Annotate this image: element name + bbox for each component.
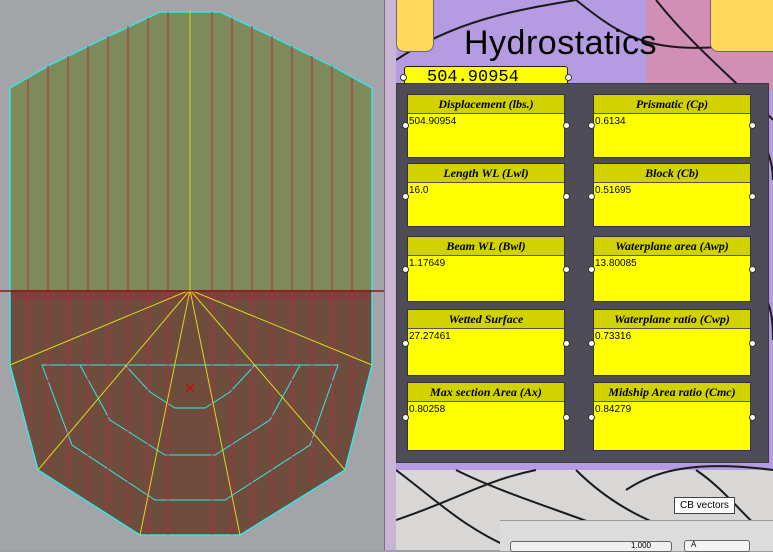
prismatic-label: Prismatic (Cp) bbox=[594, 95, 750, 114]
input-grip[interactable] bbox=[402, 193, 409, 200]
length-wl-label: Length WL (Lwl) bbox=[408, 164, 564, 183]
number-slider[interactable]: 1.000 bbox=[510, 541, 672, 552]
block-card[interactable]: Block (Cb) 0.51695 bbox=[593, 163, 751, 227]
cb-vectors-tooltip: CB vectors bbox=[674, 497, 735, 514]
output-grip[interactable] bbox=[749, 414, 756, 421]
output-grip[interactable] bbox=[563, 340, 570, 347]
input-grip[interactable] bbox=[402, 122, 409, 129]
max-section-area-card[interactable]: Max section Area (Ax) 0.80258 bbox=[407, 382, 565, 451]
prismatic-value: 0.6134 bbox=[595, 116, 626, 127]
beam-wl-label: Beam WL (Bwl) bbox=[408, 237, 564, 256]
max-section-area-value: 0.80258 bbox=[409, 404, 446, 415]
wetted-surface-card[interactable]: Wetted Surface 27.27461 bbox=[407, 309, 565, 376]
waterplane-area-label: Waterplane area (Awp) bbox=[594, 237, 750, 256]
prismatic-card[interactable]: Prismatic (Cp) 0.6134 bbox=[593, 94, 751, 158]
length-wl-card[interactable]: Length WL (Lwl) 16.0 bbox=[407, 163, 565, 227]
input-grip[interactable] bbox=[400, 74, 407, 81]
input-grip[interactable] bbox=[402, 414, 409, 421]
output-grip[interactable] bbox=[749, 266, 756, 273]
input-grip[interactable] bbox=[402, 340, 409, 347]
max-section-area-label: Max section Area (Ax) bbox=[408, 383, 564, 402]
beam-wl-value: 1.17649 bbox=[409, 258, 446, 269]
displacement-value: 504.90954 bbox=[409, 116, 457, 127]
waterplane-ratio-label: Waterplane ratio (Cwp) bbox=[594, 310, 750, 329]
input-grip[interactable] bbox=[402, 266, 409, 273]
length-wl-value: 16.0 bbox=[409, 185, 429, 196]
output-grip[interactable] bbox=[749, 340, 756, 347]
toggle-component[interactable]: A bbox=[684, 540, 750, 552]
input-grip[interactable] bbox=[588, 414, 595, 421]
midship-area-ratio-value: 0.84279 bbox=[595, 404, 632, 415]
output-grip[interactable] bbox=[563, 122, 570, 129]
midship-area-ratio-card[interactable]: Midship Area ratio (Cmc) 0.84279 bbox=[593, 382, 751, 451]
displacement-card[interactable]: Displacement (lbs.) 504.90954 bbox=[407, 94, 565, 158]
waterplane-ratio-card[interactable]: Waterplane ratio (Cwp) 0.73316 bbox=[593, 309, 751, 376]
beam-wl-card[interactable]: Beam WL (Bwl) 1.17649 bbox=[407, 236, 565, 302]
grasshopper-canvas[interactable]: Hydrostatics 504.90954 Displacement (lbs… bbox=[396, 0, 773, 550]
node-top-left[interactable] bbox=[396, 0, 434, 52]
waterplane-area-card[interactable]: Waterplane area (Awp) 13.80085 bbox=[593, 236, 751, 302]
group-title: Hydrostatics bbox=[464, 24, 658, 62]
node-top-right[interactable] bbox=[710, 0, 773, 52]
input-grip[interactable] bbox=[588, 193, 595, 200]
input-grip[interactable] bbox=[588, 122, 595, 129]
toggle-label: A bbox=[691, 540, 697, 549]
input-grip[interactable] bbox=[588, 340, 595, 347]
displacement-label: Displacement (lbs.) bbox=[408, 95, 564, 114]
input-grip[interactable] bbox=[588, 266, 595, 273]
output-grip[interactable] bbox=[749, 193, 756, 200]
output-grip[interactable] bbox=[563, 193, 570, 200]
hull-section-drawing bbox=[0, 10, 384, 536]
waterplane-area-value: 13.80085 bbox=[595, 258, 637, 269]
slider-value: 1.000 bbox=[630, 541, 651, 550]
output-grip[interactable] bbox=[563, 414, 570, 421]
midship-area-ratio-label: Midship Area ratio (Cmc) bbox=[594, 383, 750, 402]
block-value: 0.51695 bbox=[595, 185, 632, 196]
wetted-surface-label: Wetted Surface bbox=[408, 310, 564, 329]
block-label: Block (Cb) bbox=[594, 164, 750, 183]
output-grip[interactable] bbox=[749, 122, 756, 129]
waterplane-ratio-value: 0.73316 bbox=[595, 331, 632, 342]
wetted-surface-value: 27.27461 bbox=[409, 331, 451, 342]
output-grip[interactable] bbox=[565, 74, 572, 81]
output-grip[interactable] bbox=[563, 266, 570, 273]
rhino-viewport[interactable] bbox=[0, 0, 384, 550]
